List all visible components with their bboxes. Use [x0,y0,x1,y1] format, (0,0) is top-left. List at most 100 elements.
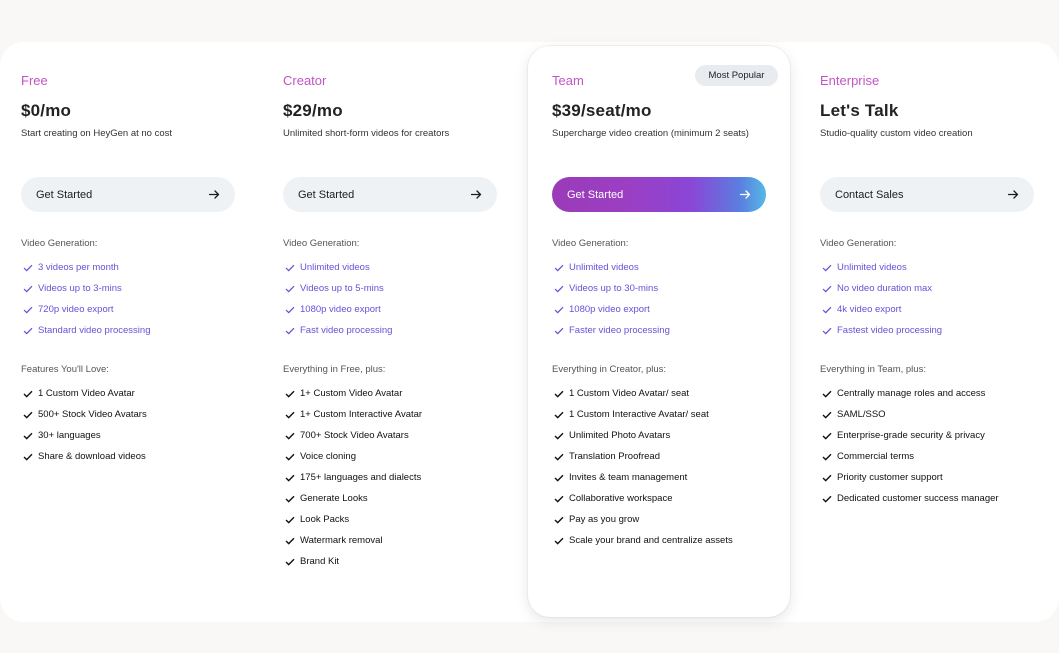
plan-name: Creator [283,73,327,88]
section-title-features: Everything in Creator, plus: [552,364,667,375]
section-title-generation: Video Generation: [820,238,897,249]
list-item: Unlimited Photo Avatars [554,425,733,446]
check-icon [285,411,295,419]
features-list: 1+ Custom Video Avatar 1+ Custom Interac… [285,383,422,572]
features-list: Centrally manage roles and access SAML/S… [822,383,999,509]
list-item: 1080p video export [554,299,670,320]
contact-sales-button[interactable]: Contact Sales [820,177,1034,212]
check-icon [822,453,832,461]
list-item: Share & download videos [23,446,147,467]
plan-name: Free [21,73,48,88]
list-item: Translation Proofread [554,446,733,467]
arrow-right-icon [1008,190,1019,199]
list-item: 1+ Custom Interactive Avatar [285,404,422,425]
plan-creator: Creator $29/mo Unlimited short-form vide… [283,0,513,653]
list-item: Priority customer support [822,467,999,488]
plan-team: Team $39/seat/mo Supercharge video creat… [552,0,782,653]
check-icon [23,285,33,292]
section-title-generation: Video Generation: [283,238,360,249]
check-icon [554,327,564,334]
generation-list: Unlimited videos Videos up to 30-mins 10… [554,257,670,341]
list-item: Fastest video processing [822,320,942,341]
list-item: 175+ languages and dialects [285,467,422,488]
list-item: 4k video export [822,299,942,320]
arrow-right-icon [209,190,220,199]
list-item: Videos up to 5-mins [285,278,392,299]
plan-description: Unlimited short-form videos for creators [283,128,450,139]
list-item: Dedicated customer success manager [822,488,999,509]
check-icon [23,432,33,440]
check-icon [554,495,564,503]
check-icon [285,390,295,398]
plan-free: Free $0/mo Start creating on HeyGen at n… [21,0,251,653]
section-title-features: Features You'll Love: [21,364,109,375]
check-icon [285,495,295,503]
list-item: SAML/SSO [822,404,999,425]
generation-list: Unlimited videos Videos up to 5-mins 108… [285,257,392,341]
list-item: Centrally manage roles and access [822,383,999,404]
list-item: Commercial terms [822,446,999,467]
button-label: Get Started [298,188,355,201]
list-item: Unlimited videos [554,257,670,278]
check-icon [285,264,295,271]
list-item: Collaborative workspace [554,488,733,509]
arrow-right-icon [740,190,751,199]
list-item: Pay as you grow [554,509,733,530]
list-item: Fast video processing [285,320,392,341]
check-icon [23,264,33,271]
check-icon [285,537,295,545]
list-item: 1+ Custom Video Avatar [285,383,422,404]
check-icon [822,474,832,482]
list-item: Brand Kit [285,551,422,572]
button-label: Contact Sales [835,188,904,201]
plan-name: Enterprise [820,73,880,88]
list-item: Videos up to 3-mins [23,278,151,299]
section-title-features: Everything in Team, plus: [820,364,926,375]
check-icon [822,495,832,503]
check-icon [822,327,832,334]
list-item: Unlimited videos [822,257,942,278]
list-item: No video duration max [822,278,942,299]
list-item: 1 Custom Video Avatar [23,383,147,404]
get-started-button[interactable]: Get Started [552,177,766,212]
features-list: 1 Custom Video Avatar/ seat 1 Custom Int… [554,383,733,551]
check-icon [285,432,295,440]
arrow-right-icon [471,190,482,199]
check-icon [554,453,564,461]
plan-price: $39/seat/mo [552,101,652,120]
get-started-button[interactable]: Get Started [283,177,497,212]
check-icon [23,453,33,461]
button-label: Get Started [567,188,624,201]
button-label: Get Started [36,188,93,201]
list-item: Faster video processing [554,320,670,341]
check-icon [822,411,832,419]
check-icon [285,453,295,461]
check-icon [822,432,832,440]
list-item: Unlimited videos [285,257,392,278]
plan-description: Supercharge video creation (minimum 2 se… [552,128,749,139]
section-title-features: Everything in Free, plus: [283,364,386,375]
list-item: 500+ Stock Video Avatars [23,404,147,425]
list-item: 700+ Stock Video Avatars [285,425,422,446]
generation-list: Unlimited videos No video duration max 4… [822,257,942,341]
check-icon [822,285,832,292]
check-icon [285,516,295,524]
features-list: 1 Custom Video Avatar 500+ Stock Video A… [23,383,147,467]
plan-name: Team [552,73,584,88]
generation-list: 3 videos per month Videos up to 3-mins 7… [23,257,151,341]
list-item: 1080p video export [285,299,392,320]
list-item: Look Packs [285,509,422,530]
section-title-generation: Video Generation: [21,238,98,249]
plan-price: $29/mo [283,101,343,120]
check-icon [285,474,295,482]
check-icon [285,327,295,334]
check-icon [554,264,564,271]
section-title-generation: Video Generation: [552,238,629,249]
check-icon [822,264,832,271]
check-icon [285,558,295,566]
check-icon [554,411,564,419]
check-icon [554,390,564,398]
check-icon [23,411,33,419]
list-item: Watermark removal [285,530,422,551]
get-started-button[interactable]: Get Started [21,177,235,212]
